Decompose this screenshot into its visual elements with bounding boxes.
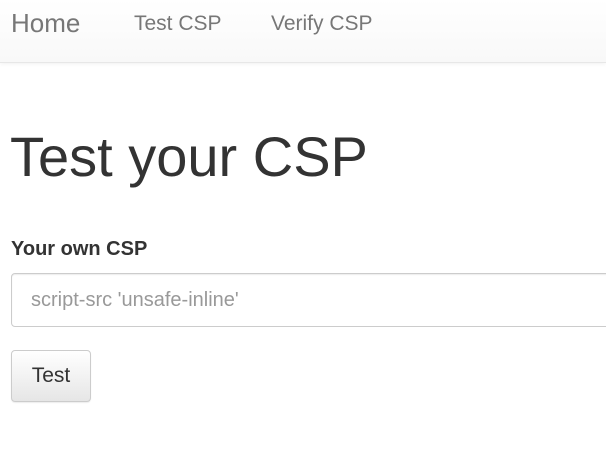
page-title: Test your CSP [10, 125, 368, 188]
nav-test-csp-link[interactable]: Test CSP [134, 11, 222, 36]
csp-input[interactable] [11, 273, 606, 327]
csp-field-label: Your own CSP [11, 238, 148, 260]
test-button[interactable]: Test [11, 350, 91, 402]
nav-home-link[interactable]: Home [11, 8, 80, 38]
navbar: Home Test CSP Verify CSP [0, 0, 606, 63]
nav-verify-csp-link[interactable]: Verify CSP [271, 11, 373, 36]
